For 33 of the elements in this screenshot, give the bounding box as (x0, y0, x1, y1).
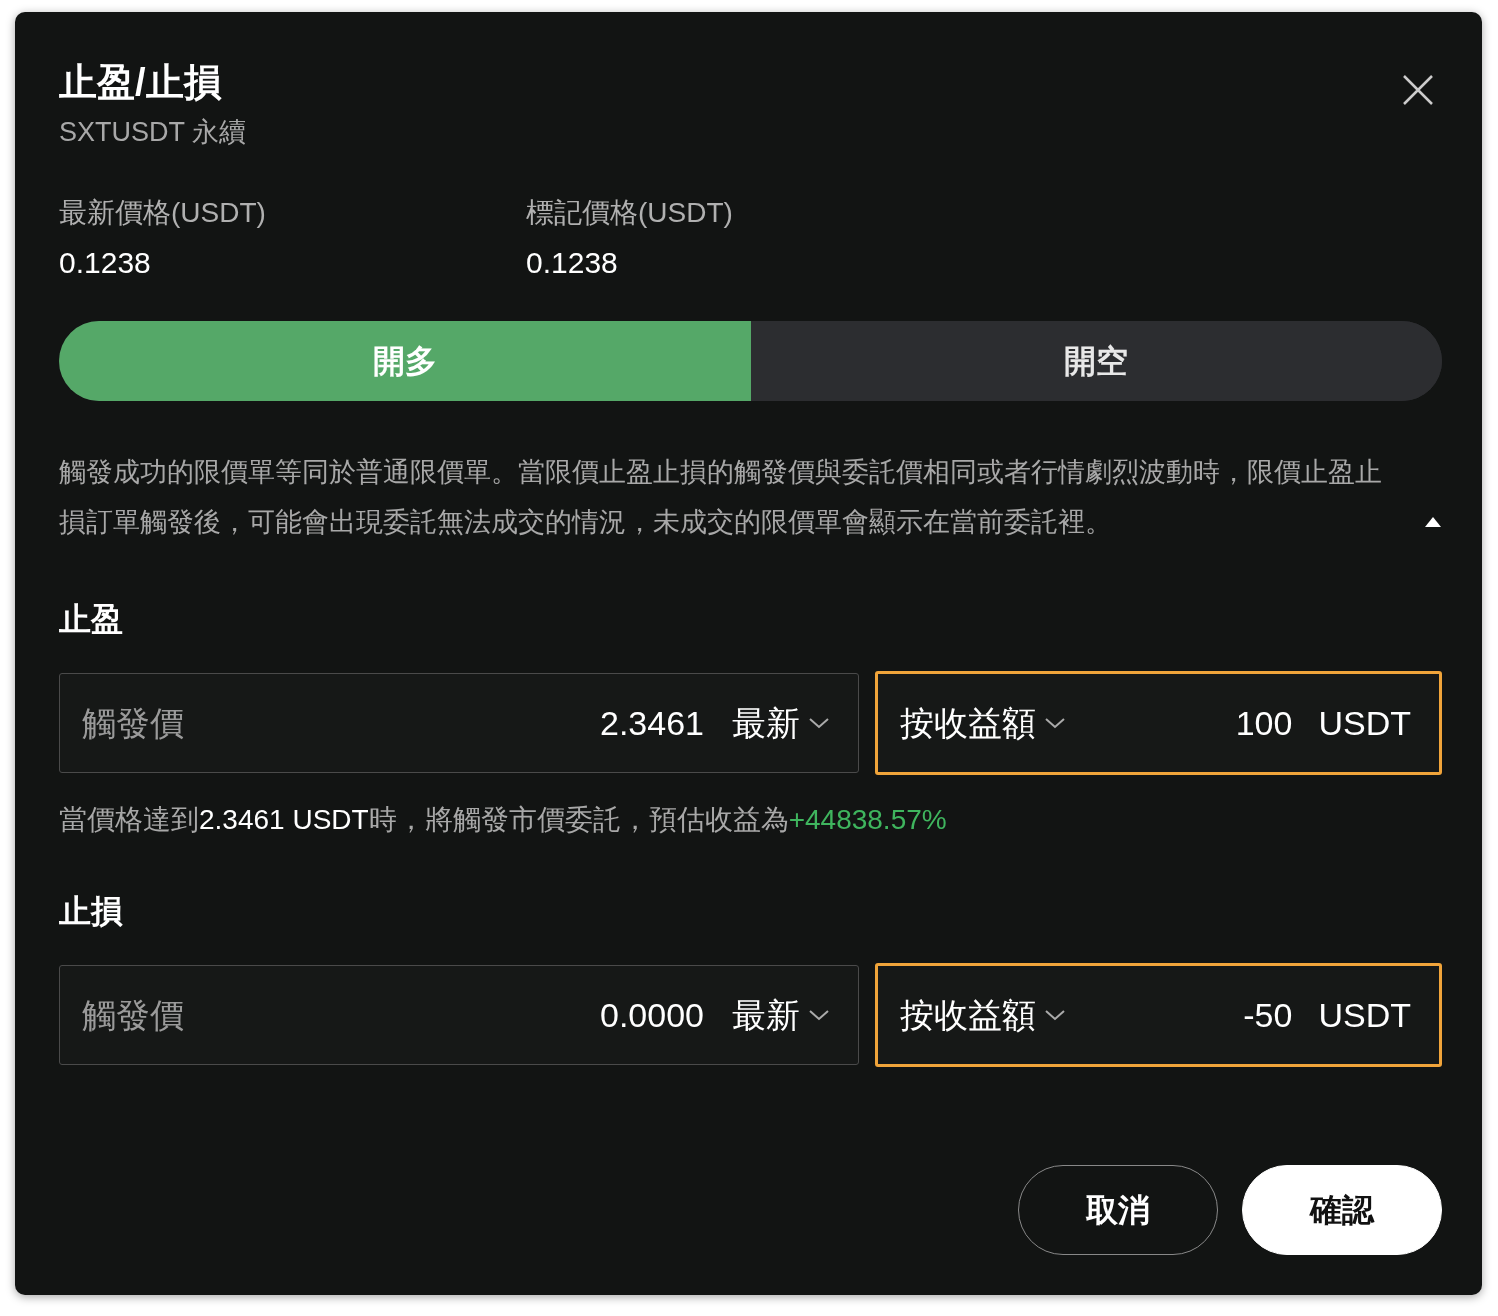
estimated-profit: +44838.57% (788, 803, 947, 838)
price-value: 0.1238 (526, 245, 619, 282)
field-value: 2.3461 (600, 702, 704, 744)
chevron-down-icon (1044, 716, 1066, 731)
field-label: 觸發價 (82, 702, 185, 744)
unit-label: USDT (1318, 994, 1411, 1036)
section-heading: 止盈 (59, 600, 124, 640)
chevron-down-icon (808, 716, 830, 731)
mode-dropdown[interactable]: 按收益額 (900, 697, 1066, 749)
field-value: 0.0000 (600, 994, 704, 1036)
dialog-subtitle: SXTUSDT 永續 (59, 115, 248, 149)
profit-amount-field[interactable]: 按收益額 -50 USDT (875, 963, 1442, 1068)
chevron-down-icon (1044, 1008, 1066, 1023)
triangle-up-icon (1424, 516, 1442, 529)
price-type-dropdown[interactable]: 最新 (732, 989, 830, 1041)
profit-amount-field[interactable]: 按收益額 100 USDT (875, 671, 1442, 776)
notice-text: 觸發成功的限價單等同於普通限價單。當限價止盈止損的觸發價與委託價相同或者行情劇烈波動時，限價止盈止損訂單觸發後，可能會出現委託無法成交的情況，未成交的限價單會顯示在當前委託裡。 (59, 456, 1383, 540)
field-value: -50 (1243, 994, 1293, 1036)
field-value: 100 (1235, 702, 1293, 744)
chevron-down-icon (808, 1008, 830, 1023)
unit-label: USDT (1318, 702, 1411, 744)
trigger-price-field[interactable]: 觸發價 2.3461 最新 (59, 673, 859, 774)
dialog-title: 止盈/止損 (59, 62, 222, 104)
confirm-button[interactable]: 確認 (1242, 1165, 1442, 1256)
field-label: 觸發價 (82, 994, 185, 1036)
mode-dropdown[interactable]: 按收益額 (900, 989, 1066, 1041)
price-label: 最新價格(USDT) (59, 196, 267, 231)
hint-text: 當價格達到2.3461 USDT時，將觸發市價委託，預估收益為 (59, 803, 789, 838)
trigger-price-field[interactable]: 觸發價 0.0000 最新 (59, 965, 859, 1066)
price-value: 0.1238 (59, 245, 152, 282)
price-label: 標記價格(USDT) (526, 196, 734, 231)
price-type-dropdown[interactable]: 最新 (732, 697, 830, 749)
section-heading: 止損 (59, 892, 124, 932)
